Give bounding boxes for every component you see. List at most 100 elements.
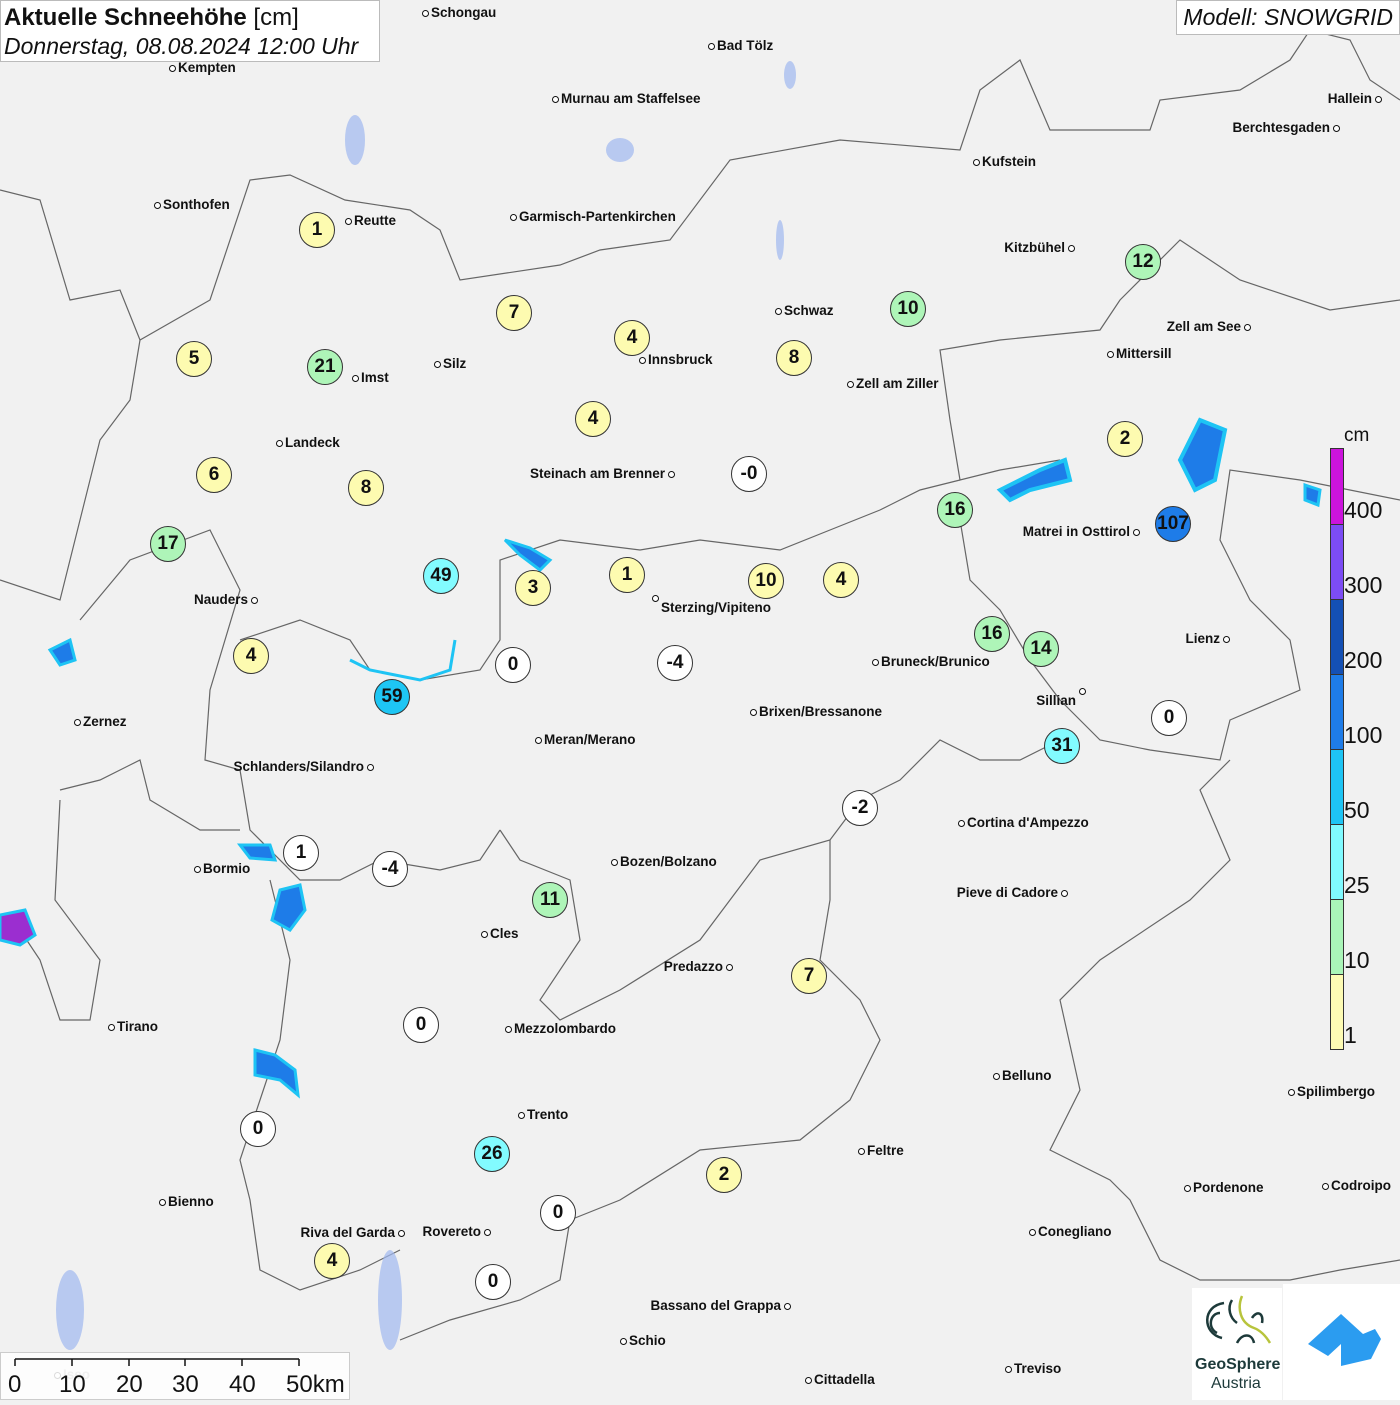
snow-depth-marker[interactable]: 16 (974, 616, 1010, 652)
city-dot (1067, 244, 1075, 252)
legend-label: 300 (1344, 572, 1383, 598)
city-label: Zell am See (1166, 319, 1241, 334)
snow-depth-marker[interactable]: 4 (823, 562, 859, 598)
city-dot (707, 42, 715, 50)
city-label: Zell am Ziller (856, 376, 939, 391)
snow-depth-marker[interactable]: 10 (890, 291, 926, 327)
snow-depth-marker[interactable]: 1 (609, 557, 645, 593)
city-dot (433, 360, 441, 368)
snow-depth-marker[interactable]: -2 (842, 790, 878, 826)
snow-depth-marker[interactable]: 26 (474, 1136, 510, 1172)
snow-areas (0, 417, 1322, 1099)
city-label: Garmisch-Partenkirchen (519, 209, 676, 224)
city-dot (168, 64, 176, 72)
city-dot (421, 9, 429, 17)
snow-depth-marker[interactable]: 31 (1044, 728, 1080, 764)
city-label: Kempten (178, 60, 236, 75)
city-label: Trento (527, 1107, 569, 1122)
snow-depth-marker[interactable]: 59 (374, 679, 410, 715)
snow-depth-marker[interactable]: -4 (657, 645, 693, 681)
snow-depth-marker[interactable]: 8 (776, 340, 812, 376)
snow-depth-marker[interactable]: -4 (372, 851, 408, 887)
snow-depth-marker[interactable]: 1 (299, 212, 335, 248)
city-label: Sonthofen (163, 197, 230, 212)
snow-depth-marker[interactable]: 1 (283, 835, 319, 871)
snow-depth-marker[interactable]: 0 (475, 1264, 511, 1300)
snow-depth-marker[interactable]: 0 (495, 647, 531, 683)
snow-depth-marker[interactable]: 4 (575, 401, 611, 437)
snow-depth-marker[interactable]: 0 (1151, 700, 1187, 736)
city-dot (972, 158, 980, 166)
snow-depth-marker[interactable]: 5 (176, 341, 212, 377)
scale-ruler (14, 1358, 300, 1366)
snow-depth-marker[interactable]: 11 (532, 882, 568, 918)
city-dot (749, 708, 757, 716)
city-label: Kufstein (982, 154, 1036, 169)
city-dot (73, 718, 81, 726)
snow-depth-marker[interactable]: 8 (348, 470, 384, 506)
city-dot (1222, 635, 1230, 643)
snow-depth-marker[interactable]: 17 (150, 526, 186, 562)
scale-label: 10 (59, 1371, 86, 1398)
city-label: Schio (629, 1333, 666, 1348)
city-dot (846, 380, 854, 388)
snow-depth-marker[interactable]: 7 (496, 295, 532, 331)
snow-depth-marker[interactable]: 12 (1125, 244, 1161, 280)
snow-depth-marker[interactable]: 49 (423, 558, 459, 594)
city-label: Bormio (203, 861, 251, 876)
city-dot (774, 307, 782, 315)
city-dot (1243, 323, 1251, 331)
legend-swatch (1331, 599, 1343, 674)
geosphere-emblem-icon (1206, 1295, 1272, 1344)
city-label: Bassano del Grappa (650, 1298, 781, 1313)
legend-swatch (1331, 449, 1343, 524)
legend-label: 1 (1344, 1022, 1357, 1048)
city-label: Codroipo (1331, 1178, 1391, 1193)
snow-depth-marker[interactable]: 4 (314, 1243, 350, 1279)
snow-depth-marker[interactable]: 2 (1107, 421, 1143, 457)
legend-swatch (1331, 824, 1343, 899)
city-dot (1332, 124, 1340, 132)
snow-depth-marker[interactable]: 107 (1155, 506, 1191, 542)
city-dot (651, 594, 659, 602)
snow-depth-marker[interactable]: 0 (240, 1111, 276, 1147)
snow-depth-marker[interactable]: 7 (791, 958, 827, 994)
city-dot (992, 1072, 1000, 1080)
snow-depth-marker[interactable]: 21 (307, 349, 343, 385)
snow-depth-marker[interactable]: -0 (731, 456, 767, 492)
city-dot (1183, 1184, 1191, 1192)
legend-unit: cm (1344, 425, 1370, 446)
legend-swatch (1331, 749, 1343, 824)
snow-depth-marker[interactable]: 3 (515, 570, 551, 606)
city-dot (509, 213, 517, 221)
scale-label: 40 (229, 1371, 256, 1398)
snow-depth-marker[interactable]: 16 (937, 492, 973, 528)
snow-depth-marker[interactable]: 2 (706, 1157, 742, 1193)
lakes (56, 61, 796, 1350)
city-label: Innsbruck (648, 352, 713, 367)
snow-depth-marker[interactable]: 0 (540, 1195, 576, 1231)
snow-depth-marker[interactable]: 4 (233, 638, 269, 674)
city-label: Silz (443, 356, 467, 371)
city-dot (193, 865, 201, 873)
city-label: Murnau am Staffelsee (561, 91, 701, 106)
city-dot (250, 596, 258, 604)
snow-depth-marker[interactable]: 10 (748, 563, 784, 599)
title-unit: [cm] (253, 4, 299, 31)
snow-depth-marker[interactable]: 4 (614, 320, 650, 356)
city-dot (610, 858, 618, 866)
city-label: Tirano (117, 1019, 159, 1034)
city-dot (534, 736, 542, 744)
city-label: Spilimbergo (1297, 1084, 1376, 1099)
scale-label: 50km (286, 1371, 345, 1398)
city-dot (725, 963, 733, 971)
city-label: Treviso (1014, 1361, 1062, 1376)
snow-depth-marker[interactable]: 14 (1023, 631, 1059, 667)
scale-label: 0 (8, 1371, 22, 1398)
city-label: Steinach am Brenner (529, 466, 665, 481)
geosphere-name: GeoSphere (1195, 1356, 1281, 1373)
city-label: Belluno (1002, 1068, 1052, 1083)
snow-depth-marker[interactable]: 6 (196, 457, 232, 493)
title-panel: Aktuelle Schneehöhe [cm] Donnerstag, 08.… (0, 0, 380, 62)
snow-depth-marker[interactable]: 0 (403, 1007, 439, 1043)
